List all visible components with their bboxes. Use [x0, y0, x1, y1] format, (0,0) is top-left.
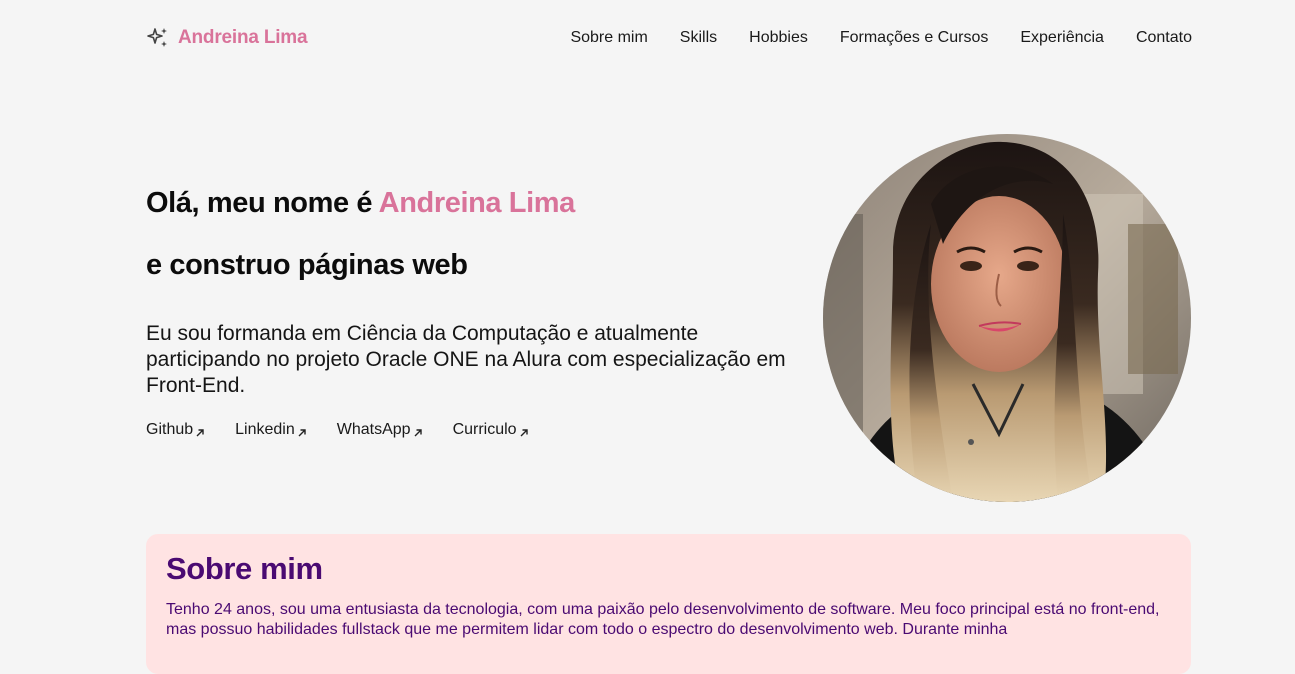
arrow-up-right-icon — [519, 425, 529, 437]
sparkles-icon — [146, 26, 170, 50]
logo-text: Andreina Lima — [178, 27, 308, 48]
curriculo-link-label: Curriculo — [452, 421, 517, 438]
whatsapp-link[interactable]: WhatsApp — [337, 421, 423, 439]
nav-item-sobre-mim[interactable]: Sobre mim — [570, 29, 647, 47]
hero-description: Eu sou formanda em Ciência da Computação… — [146, 322, 786, 397]
nav-item-skills[interactable]: Skills — [680, 29, 717, 47]
arrow-up-right-icon — [413, 425, 423, 437]
nav-item-formacoes[interactable]: Formações e Cursos — [840, 29, 989, 47]
main-nav: Sobre mim Skills Hobbies Formações e Cur… — [570, 29, 1192, 47]
hero-name: Andreina Lima — [378, 187, 576, 219]
profile-photo — [823, 134, 1191, 502]
about-text: Tenho 24 anos, sou uma entusiasta da tec… — [166, 601, 1160, 638]
github-link-label: Github — [146, 421, 194, 438]
arrow-up-right-icon — [195, 425, 205, 437]
nav-item-experiencia[interactable]: Experiência — [1020, 29, 1104, 47]
about-section: Sobre mim Tenho 24 anos, sou uma entusia… — [146, 534, 1191, 674]
linkedin-link[interactable]: Linkedin — [235, 421, 307, 439]
social-links: Github Linkedin WhatsApp Curriculo — [146, 421, 529, 439]
curriculo-link[interactable]: Curriculo — [453, 421, 529, 439]
hero-subtitle: e construo páginas web — [146, 249, 468, 281]
linkedin-link-label: Linkedin — [235, 421, 295, 438]
nav-item-contato[interactable]: Contato — [1136, 29, 1192, 47]
about-title: Sobre mim — [166, 551, 323, 586]
logo-link[interactable]: Andreina Lima — [146, 26, 308, 50]
site-header: Andreina Lima Sobre mim Skills Hobbies F… — [146, 22, 1192, 54]
hero-greeting-prefix: Olá, meu nome é — [146, 187, 379, 219]
hero-greeting: Olá, meu nome é Andreina Lima — [146, 187, 575, 220]
nav-item-hobbies[interactable]: Hobbies — [749, 29, 808, 47]
whatsapp-link-label: WhatsApp — [336, 421, 411, 438]
arrow-up-right-icon — [297, 425, 307, 437]
github-link[interactable]: Github — [146, 421, 205, 439]
